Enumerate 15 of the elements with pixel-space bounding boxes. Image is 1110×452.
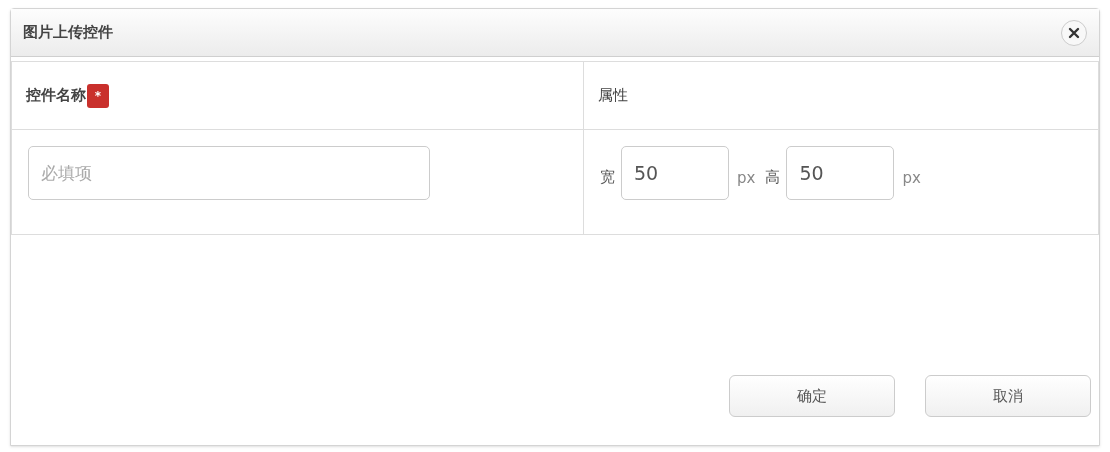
unit-label: px — [902, 167, 921, 189]
column-label: 控件名称 — [26, 85, 86, 107]
dialog-button[interactable]: 取消 — [925, 375, 1091, 417]
dialog-title: 图片上传控件 — [23, 22, 113, 44]
unit-label: px — [737, 167, 756, 189]
column-label: 属性 — [598, 85, 628, 107]
close-button[interactable] — [1061, 19, 1087, 46]
required-badge: * — [87, 83, 109, 108]
dialog-button[interactable]: 确定 — [729, 375, 895, 417]
dimension-input[interactable]: 50 — [786, 146, 895, 200]
close-icon — [1068, 26, 1080, 39]
dimension-label: 高 — [765, 166, 781, 188]
dimension-label: 宽 — [600, 166, 615, 188]
dimension-input[interactable]: 50 — [621, 146, 729, 200]
name-input[interactable]: 必填项 — [28, 146, 430, 200]
